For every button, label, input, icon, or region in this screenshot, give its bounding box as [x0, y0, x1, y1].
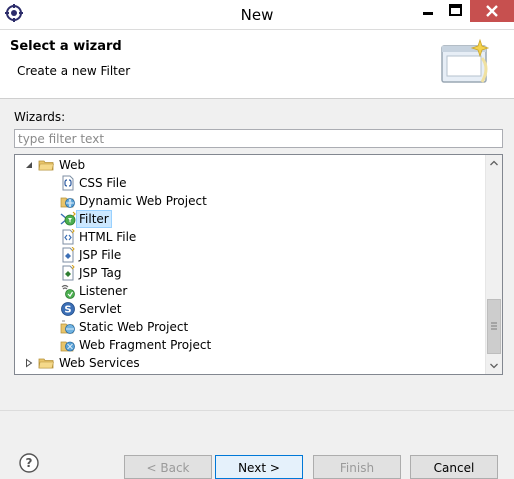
collapsed-twisty-icon[interactable]	[24, 358, 34, 368]
footer-separator	[0, 410, 514, 411]
tree-item-jsp-file[interactable]: JSP File	[15, 246, 485, 264]
servlet-icon: S	[61, 302, 75, 316]
tree-item-label: Web Fragment Project	[79, 338, 212, 352]
help-icon[interactable]: ?	[18, 452, 40, 474]
tree-scrollbar[interactable]	[485, 155, 502, 374]
cancel-button[interactable]: Cancel	[410, 455, 498, 479]
listener-icon	[61, 284, 75, 299]
title-bar: New	[0, 0, 514, 30]
static-web-project-icon	[60, 320, 75, 334]
css-file-icon	[62, 175, 74, 191]
filter-input[interactable]	[14, 129, 503, 148]
wizard-description: Create a new Filter	[17, 64, 131, 78]
tree-item-label: Web	[59, 158, 86, 172]
maximize-icon	[449, 4, 462, 16]
web-fragment-project-icon	[60, 341, 75, 352]
minimize-icon	[423, 12, 433, 15]
minimize-button[interactable]	[414, 0, 442, 22]
jsp-tag-icon	[62, 265, 75, 281]
scroll-up-icon[interactable]	[486, 155, 502, 172]
expanded-twisty-icon[interactable]	[24, 160, 34, 170]
dynamic-web-project-icon	[60, 197, 75, 208]
tree-item-filter[interactable]: Filter	[15, 210, 485, 228]
tree-item-label: HTML File	[79, 230, 137, 244]
filter-icon	[60, 211, 76, 226]
tree-item-label: Filter	[76, 210, 112, 228]
tree-item-servlet[interactable]: S Servlet	[15, 300, 485, 318]
grip-icon	[491, 322, 497, 330]
close-icon	[486, 5, 498, 17]
new-wizard-banner-icon	[441, 38, 490, 83]
jsp-file-icon	[62, 247, 75, 263]
back-button[interactable]: < Back	[124, 455, 212, 479]
finish-button[interactable]: Finish	[313, 455, 401, 479]
wizard-header: Select a wizard Create a new Filter	[0, 30, 514, 99]
tree-item-web-fragment-project[interactable]: Web Fragment Project	[15, 336, 485, 354]
scroll-down-icon[interactable]	[486, 357, 502, 374]
tree-item-label: Web Services	[59, 356, 140, 370]
tree-item-label: JSP Tag	[79, 266, 122, 280]
next-button[interactable]: Next >	[215, 455, 303, 479]
tree-item-dynamic-web-project[interactable]: Dynamic Web Project	[15, 192, 485, 210]
tree-item-web-services[interactable]: Web Services	[15, 354, 485, 372]
html-file-icon	[62, 229, 75, 245]
tree-item-css-file[interactable]: CSS File	[15, 174, 485, 192]
tree-item-label: Static Web Project	[79, 320, 189, 334]
tree-item-label: Dynamic Web Project	[79, 194, 207, 208]
folder-icon	[38, 358, 54, 369]
eclipse-app-icon[interactable]	[4, 3, 24, 23]
tree-item-web[interactable]: Web	[15, 156, 485, 174]
tree-item-label: JSP File	[79, 248, 122, 262]
svg-text:?: ?	[26, 456, 33, 470]
wizard-tree[interactable]: Web CSS File Dynamic Web Project Filter	[14, 154, 503, 375]
tree-item-label: Listener	[79, 284, 128, 298]
svg-text:S: S	[64, 305, 71, 316]
tree-item-label: CSS File	[79, 176, 127, 190]
maximize-button[interactable]	[442, 0, 470, 22]
tree-item-listener[interactable]: Listener	[15, 282, 485, 300]
folder-icon	[38, 160, 54, 171]
scroll-thumb[interactable]	[487, 299, 501, 354]
close-button[interactable]	[470, 0, 514, 22]
wizard-title: Select a wizard	[10, 39, 122, 54]
tree-item-jsp-tag[interactable]: JSP Tag	[15, 264, 485, 282]
wizards-label: Wizards:	[14, 110, 66, 124]
tree-item-static-web-project[interactable]: Static Web Project	[15, 318, 485, 336]
tree-item-label: Servlet	[79, 302, 122, 316]
tree-item-html-file[interactable]: HTML File	[15, 228, 485, 246]
